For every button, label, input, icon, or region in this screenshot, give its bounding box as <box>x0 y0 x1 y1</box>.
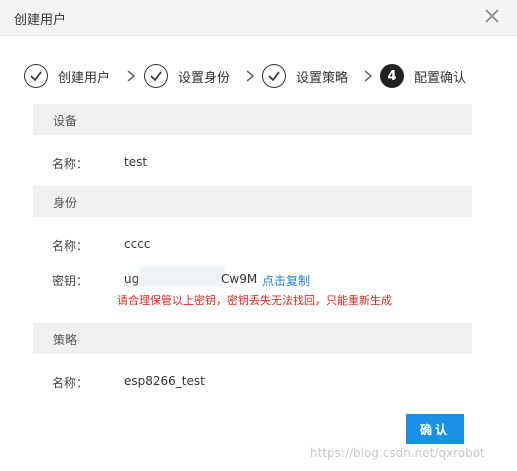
check-icon <box>24 64 48 88</box>
chevron-right-icon <box>364 70 373 82</box>
step-config-confirm: 4 配置确认 <box>380 62 466 90</box>
step-set-policy: 设置策略 <box>262 62 348 90</box>
step-set-identity: 设置身份 <box>144 62 230 90</box>
section-title: 设备 <box>53 114 78 128</box>
section-policy: 策略 <box>33 323 472 354</box>
section-identity: 身份 <box>33 186 472 217</box>
secret-suffix: Cw9M <box>221 272 258 286</box>
step-label: 配置确认 <box>414 70 467 86</box>
step-label: 设置身份 <box>178 70 231 86</box>
dialog-header: 创建用户 <box>0 0 517 36</box>
copy-secret-link[interactable]: 点击复制 <box>262 272 310 289</box>
section-title: 身份 <box>53 196 78 210</box>
step-label: 创建用户 <box>58 70 111 86</box>
identity-name-value: cccc <box>124 237 151 251</box>
secret-warning: 请合理保管以上密钥，密钥丢失无法找回，只能重新生成 <box>117 294 392 307</box>
device-name-label: 名称： <box>52 157 89 171</box>
section-title: 策略 <box>53 333 78 347</box>
step-label: 设置策略 <box>296 70 349 86</box>
device-name-value: test <box>124 155 148 169</box>
identity-name-label: 名称： <box>52 239 89 253</box>
step-create-user: 创建用户 <box>24 62 110 90</box>
policy-name-value: esp8266_test <box>124 374 205 388</box>
dialog-title: 创建用户 <box>14 13 67 28</box>
check-icon <box>144 64 168 88</box>
secret-redacted-mask <box>139 266 225 286</box>
policy-name-label: 名称： <box>52 376 89 390</box>
step-number: 4 <box>380 64 404 88</box>
section-device: 设备 <box>33 104 472 135</box>
secret-label: 密钥： <box>52 274 89 288</box>
watermark: https://blog.csdn.net/qxrobot <box>310 446 485 460</box>
steps-progress: 创建用户 设置身份 设置策略 4 配置确认 <box>24 62 494 90</box>
check-icon <box>262 64 286 88</box>
confirm-button[interactable]: 确认 <box>406 414 464 444</box>
close-icon[interactable] <box>483 7 501 25</box>
secret-prefix: ug <box>124 272 140 286</box>
chevron-right-icon <box>127 70 136 82</box>
chevron-right-icon <box>246 70 255 82</box>
